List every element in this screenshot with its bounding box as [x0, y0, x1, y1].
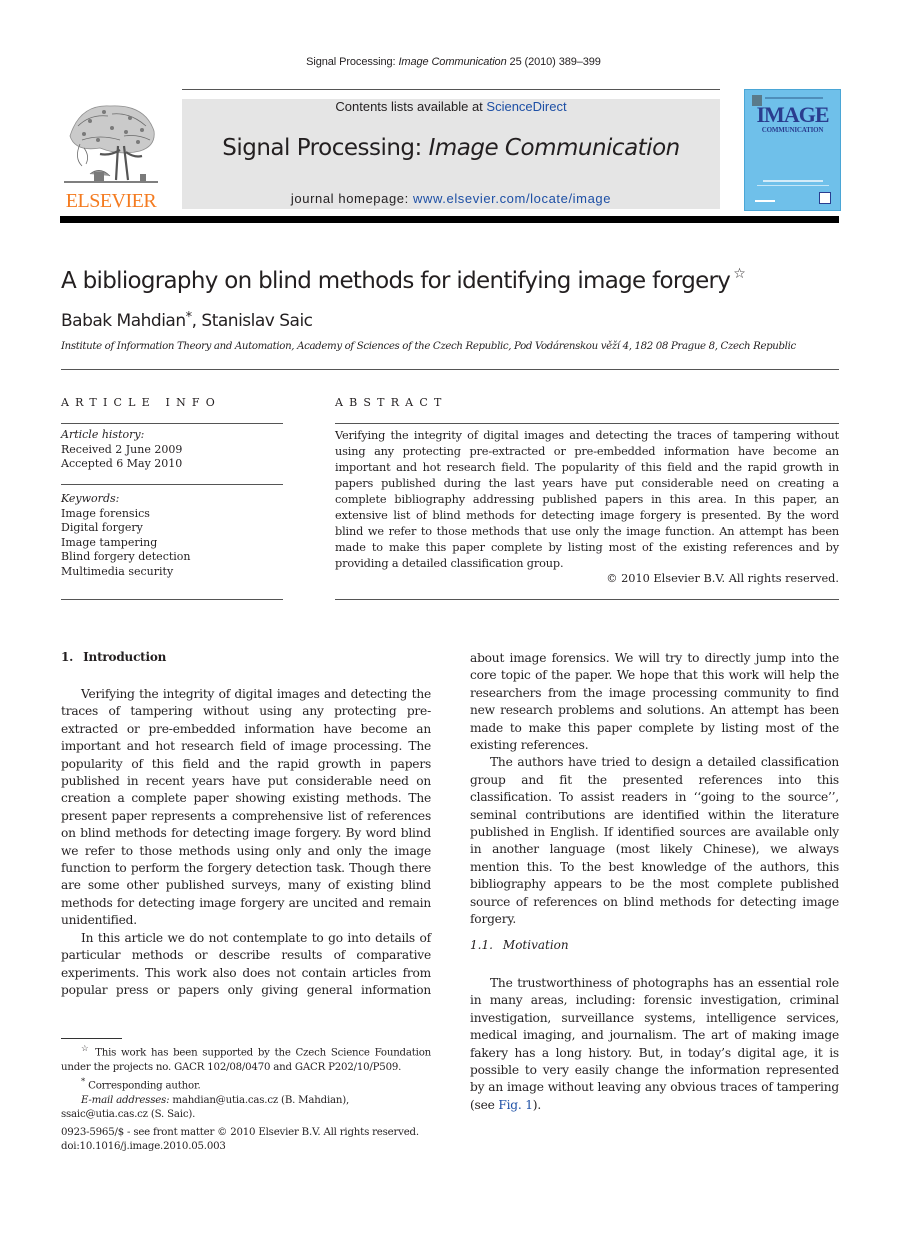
- sciencedirect-link[interactable]: ScienceDirect: [486, 99, 566, 114]
- left-column-body: Verifying the integrity of digital image…: [61, 686, 431, 999]
- author-name: Stanislav Saic: [201, 311, 313, 331]
- cover-badge-icon: [819, 192, 831, 204]
- journal-banner: Contents lists available at ScienceDirec…: [182, 99, 720, 209]
- issn-line: 0923-5965/$ - see front matter © 2010 El…: [61, 1127, 419, 1138]
- divider: [61, 484, 283, 485]
- article-title-text: A bibliography on blind methods for iden…: [61, 268, 731, 294]
- abstract-heading: ABSTRACT: [335, 396, 448, 409]
- article-title: A bibliography on blind methods for iden…: [61, 266, 746, 294]
- article-history: Article history: Received 2 June 2009 Ac…: [61, 428, 283, 472]
- elsevier-logo[interactable]: ELSEVIER: [60, 96, 162, 211]
- cover-publisher-mark: [755, 200, 775, 202]
- homepage-link[interactable]: www.elsevier.com/locate/image: [413, 191, 611, 206]
- section-title: Introduction: [83, 650, 167, 664]
- author-name: Babak Mahdian: [61, 311, 186, 331]
- contents-prefix: Contents lists available at: [335, 99, 487, 114]
- running-head-journal: Signal Processing:: [306, 56, 399, 68]
- corresponding-footnote: * Corresponding author.: [61, 1075, 431, 1094]
- paragraph-text: The trustworthiness of photographs has a…: [470, 976, 839, 1112]
- divider: [335, 423, 839, 424]
- footnote-rule: [61, 1038, 122, 1039]
- journal-title: Signal Processing: Image Communication: [182, 135, 720, 161]
- article-info-heading: ARTICLE INFO: [61, 396, 221, 409]
- cover-subtitle: COMMUNICATION: [761, 126, 824, 134]
- doi-link[interactable]: doi:10.1016/j.image.2010.05.003: [61, 1140, 441, 1154]
- abstract-text: Verifying the integrity of digital image…: [335, 429, 839, 570]
- keyword-item: Image forensics: [61, 506, 150, 520]
- subsection-heading-motivation: 1.1. Motivation: [470, 938, 569, 952]
- figure-link[interactable]: Fig. 1: [498, 1098, 533, 1112]
- journal-title-italic: Image Communication: [428, 135, 681, 161]
- header-thick-rule: [60, 216, 839, 223]
- keyword-item: Image tampering: [61, 535, 158, 549]
- section-heading-introduction: 1. Introduction: [61, 650, 166, 664]
- abstract-copyright: © 2010 Elsevier B.V. All rights reserved…: [606, 572, 839, 585]
- divider: [335, 599, 839, 600]
- footnote-star-icon: ☆: [81, 1044, 91, 1054]
- paragraph: In this article we do not contemplate to…: [61, 930, 431, 997]
- received-date: Received 2 June 2009: [61, 442, 183, 456]
- keyword-item: Multimedia security: [61, 564, 174, 578]
- keywords-label: Keywords:: [61, 492, 120, 505]
- cover-footer-line: [763, 180, 823, 182]
- homepage-prefix: journal homepage:: [290, 191, 414, 206]
- author-list: Babak Mahdian*, Stanislav Saic: [61, 310, 313, 331]
- front-matter: 0923-5965/$ - see front matter © 2010 El…: [61, 1126, 441, 1155]
- journal-homepage: journal homepage: www.elsevier.com/locat…: [182, 191, 720, 206]
- footnotes: ☆ This work has been supported by the Cz…: [61, 1042, 431, 1122]
- running-head-citation: 25 (2010) 389–399: [506, 56, 601, 68]
- divider: [61, 369, 839, 370]
- divider: [61, 599, 283, 600]
- paragraph-continued: about image forensics. We will try to di…: [470, 651, 839, 753]
- paragraph: The authors have tried to design a detai…: [470, 755, 839, 927]
- subsection-title: Motivation: [502, 938, 569, 952]
- motivation-body: The trustworthiness of photographs has a…: [470, 975, 839, 1114]
- article-history-label: Article history:: [61, 428, 145, 441]
- divider: [61, 423, 283, 424]
- email-address-link[interactable]: mahdian@utia.cas.cz (B. Mahdian),: [169, 1095, 349, 1106]
- keyword-item: Blind forgery detection: [61, 550, 191, 564]
- contents-availability: Contents lists available at ScienceDirec…: [182, 99, 720, 114]
- paragraph: Verifying the integrity of digital image…: [61, 687, 431, 928]
- subsection-number: 1.1.: [470, 938, 493, 952]
- elsevier-tree-icon: [64, 105, 158, 183]
- funding-text: This work has been supported by the Czec…: [61, 1047, 432, 1073]
- cover-title: IMAGE: [756, 102, 830, 127]
- paragraph-text: ).: [532, 1097, 542, 1112]
- right-column-body: about image forensics. We will try to di…: [470, 650, 839, 929]
- email-label: E-mail addresses:: [81, 1094, 170, 1106]
- keywords: Keywords: Image forensics Digital forger…: [61, 492, 283, 580]
- running-head: Signal Processing: Image Communication 2…: [0, 56, 907, 68]
- paragraph: The trustworthiness of photographs has a…: [470, 975, 839, 1114]
- email-footnote: E-mail addresses: mahdian@utia.cas.cz (B…: [61, 1094, 431, 1108]
- cover-footer-line: [757, 185, 829, 186]
- elsevier-wordmark: ELSEVIER: [65, 190, 157, 212]
- author-separator: ,: [191, 311, 202, 331]
- email-footnote-cont: ssaic@utia.cas.cz (S. Saic).: [61, 1108, 431, 1122]
- affiliation: Institute of Information Theory and Auto…: [61, 341, 796, 352]
- accepted-date: Accepted 6 May 2010: [61, 457, 183, 471]
- section-number: 1.: [61, 650, 74, 664]
- journal-cover-image[interactable]: IMAGE COMMUNICATION: [744, 89, 841, 211]
- header-top-rule: [182, 89, 720, 90]
- corresponding-text: Corresponding author.: [85, 1080, 201, 1092]
- keyword-item: Digital forgery: [61, 521, 143, 535]
- funding-footnote: ☆ This work has been supported by the Cz…: [61, 1042, 431, 1075]
- email-address-link[interactable]: ssaic@utia.cas.cz (S. Saic).: [61, 1109, 195, 1120]
- title-footnote-star-icon[interactable]: ☆: [733, 266, 746, 282]
- journal-title-plain: Signal Processing:: [222, 135, 429, 161]
- running-head-journal-italic: Image Communication: [398, 56, 507, 68]
- cover-series-line: [765, 97, 823, 99]
